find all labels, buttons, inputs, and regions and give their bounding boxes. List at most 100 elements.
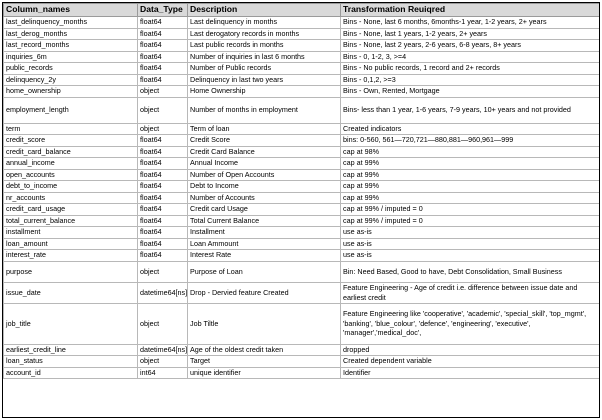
cell-description: Last derogatory records in months [187, 27, 341, 40]
cell-transformation: Identifier [340, 366, 599, 379]
cell-column-name: delinquency_2y [3, 73, 138, 86]
table-row: inquiries_6m float64 Number of inquiries i… [3, 50, 599, 63]
spreadsheet-table-view: Column_names Data_Type Description Trans… [2, 2, 600, 418]
cell-column-name: home_ownership [3, 85, 138, 98]
cell-data-type: float64 [137, 237, 188, 250]
header-data-type: Data_Type [137, 3, 188, 17]
cell-transformation: cap at 99% [340, 191, 599, 204]
cell-data-type: int64 [137, 366, 188, 379]
cell-description: Annual Income [187, 157, 341, 170]
cell-data-type: float64 [137, 50, 188, 63]
table-row: job_title object Job Tiltle Feature Enginee… [3, 302, 599, 345]
cell-description: Number of months in employment [187, 96, 341, 124]
cell-transformation: use as-is [340, 226, 599, 239]
table-row: last_delinquency_months float64 Last delin… [3, 16, 599, 29]
table-row: loan_amount float64 Loan Ammount use as-is [3, 237, 599, 250]
cell-transformation: Bins - Own, Rented, Mortgage [340, 85, 599, 98]
cell-transformation: cap at 99% [340, 168, 599, 181]
cell-column-name: last_delinquency_months [3, 16, 138, 29]
cell-column-name: last_record_months [3, 39, 138, 52]
cell-transformation: Bins - 0,1,2, >=3 [340, 73, 599, 86]
cell-data-type: float64 [137, 168, 188, 181]
cell-data-type: float64 [137, 226, 188, 239]
cell-column-name: employment_length [3, 96, 138, 124]
cell-column-name: account_id [3, 366, 138, 379]
table-row: public_records float64 Number of Public re… [3, 62, 599, 75]
cell-transformation: Created dependent variable [340, 355, 599, 368]
cell-description: Number of inquiries in last 6 months [187, 50, 341, 63]
table-body: last_delinquency_months float64 Last delin… [3, 16, 599, 379]
table-row: earliest_credit_line datetime64[ns] Age of… [3, 343, 599, 356]
table-row: annual_income float64 Annual Income cap at … [3, 157, 599, 170]
cell-data-type: object [137, 85, 188, 98]
cell-transformation: dropped [340, 343, 599, 356]
cell-data-type: float64 [137, 214, 188, 227]
cell-transformation: cap at 99% [340, 157, 599, 170]
cell-description: Age of the oldest credit taken [187, 343, 341, 356]
cell-description: Delinquency in last two years [187, 73, 341, 86]
table-row: installment float64 Installment use as-is [3, 226, 599, 239]
cell-description: Debt to Income [187, 180, 341, 193]
cell-description: Job Tiltle [187, 302, 341, 345]
cell-column-name: inquiries_6m [3, 50, 138, 63]
cell-data-type: object [137, 260, 188, 283]
table-row: debt_to_income float64 Debt to Income cap a… [3, 180, 599, 193]
cell-data-type: object [137, 96, 188, 124]
cell-description: Last delinquency in months [187, 16, 341, 29]
table-row: delinquency_2y float64 Delinquency in last… [3, 73, 599, 86]
cell-data-type: datetime64[ns] [137, 343, 188, 356]
cell-data-type: float64 [137, 16, 188, 29]
table-row: credit_card_balance float64 Credit Card Ba… [3, 145, 599, 158]
cell-description: Interest Rate [187, 249, 341, 262]
cell-description: Credit Card Balance [187, 145, 341, 158]
cell-data-type: float64 [137, 180, 188, 193]
cell-data-type: float64 [137, 157, 188, 170]
cell-description: Loan Ammount [187, 237, 341, 250]
cell-data-type: object [137, 122, 188, 135]
cell-transformation: use as-is [340, 237, 599, 250]
cell-transformation: bins: 0-560, 561—720,721—880,881—960,961… [340, 134, 599, 147]
cell-transformation: Created indicators [340, 122, 599, 135]
cell-description: Purpose of Loan [187, 260, 341, 283]
header-column-names: Column_names [3, 3, 138, 17]
cell-transformation: Bins - None, last 6 months, 6months-1 ye… [340, 16, 599, 29]
cell-column-name: credit_card_balance [3, 145, 138, 158]
table-row: open_accounts float64 Number of Open Accou… [3, 168, 599, 181]
cell-data-type: float64 [137, 134, 188, 147]
cell-transformation: cap at 99% / imputed = 0 [340, 203, 599, 216]
cell-transformation: cap at 98% [340, 145, 599, 158]
cell-description: unique identifier [187, 366, 341, 379]
cell-column-name: annual_income [3, 157, 138, 170]
cell-description: Drop - Dervied feature Created [187, 281, 341, 304]
cell-description: Installment [187, 226, 341, 239]
table-row: nr_accounts float64 Number of Accounts cap … [3, 191, 599, 204]
table-row: account_id int64 unique identifier Identifi… [3, 366, 599, 379]
cell-description: Number of Open Accounts [187, 168, 341, 181]
cell-column-name: total_current_balance [3, 214, 138, 227]
cell-transformation: Feature Engineering - Age of credit i.e.… [340, 281, 599, 304]
cell-column-name: debt_to_income [3, 180, 138, 193]
cell-data-type: float64 [137, 249, 188, 262]
cell-column-name: credit_card_usage [3, 203, 138, 216]
cell-data-type: object [137, 302, 188, 345]
header-transformation: Transformation Reuiqred [340, 3, 599, 17]
cell-data-type: float64 [137, 39, 188, 52]
cell-description: Last public records in months [187, 39, 341, 52]
table-row: employment_length object Number of months … [3, 96, 599, 124]
cell-transformation: Bins - None, last 2 years, 2-6 years, 6-… [340, 39, 599, 52]
cell-transformation: Bin: Need Based, Good to have, Debt Cons… [340, 260, 599, 283]
cell-transformation: cap at 99% [340, 180, 599, 193]
table-row: credit_card_usage float64 Credit card Usag… [3, 203, 599, 216]
cell-transformation: use as-is [340, 249, 599, 262]
cell-description: Credit Score [187, 134, 341, 147]
table-row: last_derog_months float64 Last derogatory … [3, 27, 599, 40]
cell-column-name: installment [3, 226, 138, 239]
cell-data-type: float64 [137, 73, 188, 86]
cell-column-name: nr_accounts [3, 191, 138, 204]
table-row: total_current_balance float64 Total Curren… [3, 214, 599, 227]
cell-description: Term of loan [187, 122, 341, 135]
cell-data-type: float64 [137, 27, 188, 40]
header-description: Description [187, 3, 341, 17]
cell-description: Home Ownership [187, 85, 341, 98]
cell-data-type: float64 [137, 191, 188, 204]
